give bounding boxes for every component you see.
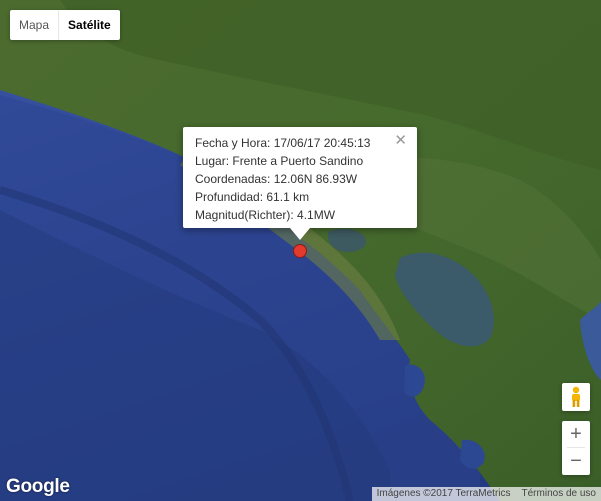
imagery-attribution: Imágenes ©2017 TerraMetrics xyxy=(371,487,516,501)
google-logo[interactable]: Google xyxy=(6,476,70,498)
info-depth: Profundidad: 61.1 km xyxy=(195,190,310,204)
map-type-control: Mapa Satélite xyxy=(10,10,120,40)
info-location: Lugar: Frente a Puerto Sandino xyxy=(195,154,364,168)
attribution-bar: Imágenes ©2017 TerraMetrics Términos de … xyxy=(371,487,601,501)
pegman-icon xyxy=(572,386,580,407)
info-magnitude: Magnitud(Richter): 4.1MW xyxy=(195,208,336,222)
info-coordinates: Coordenadas: 12.06N 86.93W xyxy=(195,172,358,186)
info-window: Fecha y Hora: 17/06/17 20:45:13 Lugar: F… xyxy=(183,127,417,240)
zoom-in-button[interactable]: + xyxy=(562,421,590,447)
map-canvas[interactable]: Mapa Satélite Fecha y Hora: 17/06/17 20:… xyxy=(0,0,601,501)
zoom-out-button[interactable]: − xyxy=(562,448,590,474)
map-type-map-button[interactable]: Mapa xyxy=(10,10,58,40)
map-type-satellite-button[interactable]: Satélite xyxy=(58,10,120,40)
earthquake-marker[interactable] xyxy=(293,244,307,258)
zoom-control: + − xyxy=(562,421,590,475)
info-window-content: Fecha y Hora: 17/06/17 20:45:13 Lugar: F… xyxy=(195,134,370,224)
pegman-button[interactable] xyxy=(562,383,590,411)
close-icon[interactable]: ✕ xyxy=(394,132,407,150)
terms-link[interactable]: Términos de uso xyxy=(515,487,601,501)
info-window-tail xyxy=(290,228,310,240)
info-datetime: Fecha y Hora: 17/06/17 20:45:13 xyxy=(195,136,371,150)
